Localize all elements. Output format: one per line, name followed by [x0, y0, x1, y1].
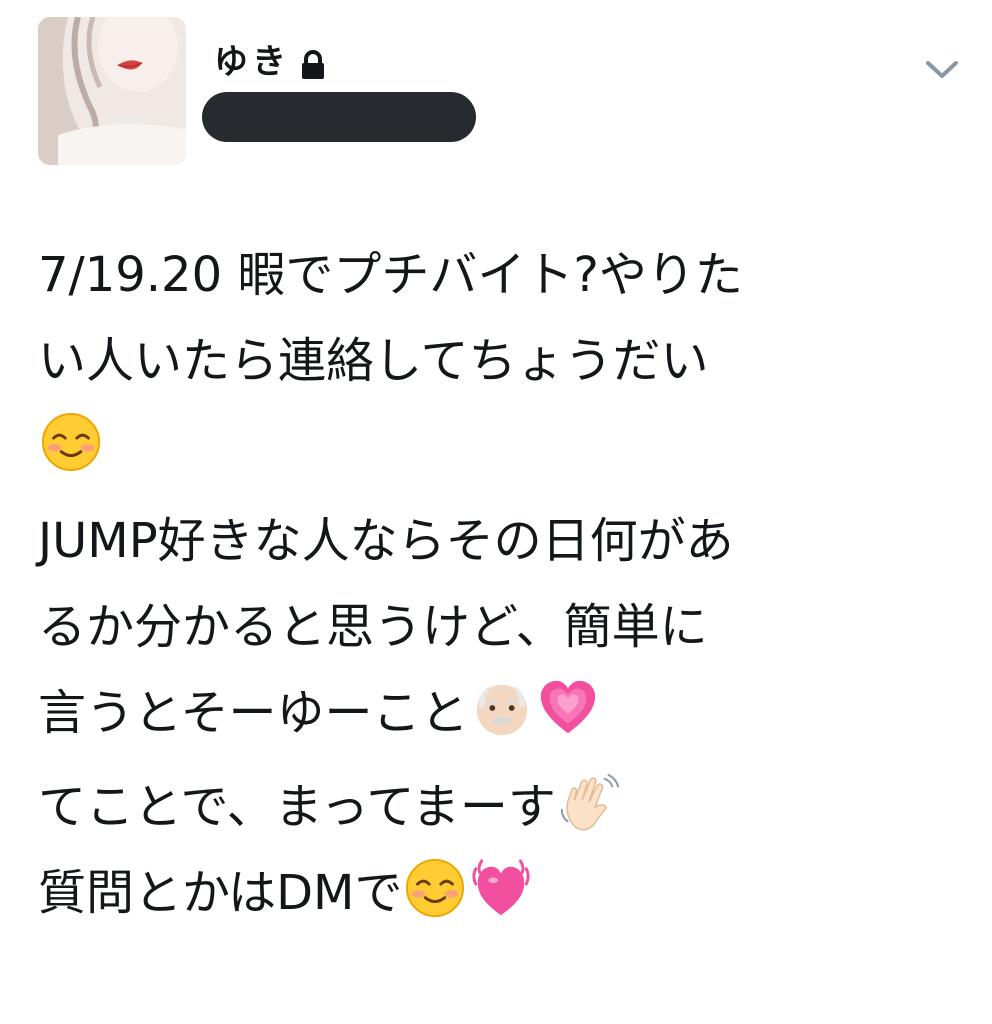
- tweet-card[interactable]: ゆき 7/19.20 暇でプチバイト?やりた い人いたら連絡してちょうだい JU…: [0, 0, 992, 1024]
- tweet-line-emoji: [38, 404, 968, 490]
- chevron-down-icon[interactable]: [922, 58, 962, 82]
- waving-hand-icon: [558, 771, 620, 833]
- tweet-paragraph-3: てことで、まってまーす 質問とかはDMで: [38, 764, 968, 936]
- display-name[interactable]: ゆき: [214, 40, 326, 84]
- display-name-text: ゆき: [214, 42, 290, 82]
- beating-heart-icon: [470, 857, 532, 919]
- tweet-paragraph-1: 7/19.20 暇でプチバイト?やりた い人いたら連絡してちょうだい: [38, 232, 968, 490]
- tweet-line: るか分かると思うけど、簡単に: [38, 599, 708, 655]
- tweet-line-text: てことで、まってまーす: [38, 779, 556, 835]
- old-man-face-icon: [471, 677, 533, 739]
- tweet-line-text: 言うとそーゆーこと: [38, 685, 469, 741]
- smiling-face-icon: [40, 411, 102, 473]
- tweet-line: JUMP好きな人ならその日何があ: [38, 513, 734, 569]
- tweet-line-with-emoji: 言うとそーゆーこと: [38, 670, 968, 756]
- tweet-text: 7/19.20 暇でプチバイト?やりた い人いたら連絡してちょうだい JUMP好…: [38, 232, 968, 936]
- tweet-line-with-emoji: てことで、まってまーす: [38, 764, 968, 850]
- tweet-line: い人いたら連絡してちょうだい: [38, 333, 709, 389]
- tweet-line: 7/19.20 暇でプチバイト?やりた: [38, 247, 743, 303]
- avatar[interactable]: [38, 17, 186, 165]
- redacted-handle: [202, 92, 476, 142]
- tweet-line-text: 質問とかはDMで: [38, 865, 403, 921]
- growing-heart-icon: [537, 677, 599, 739]
- tweet-line-with-emoji: 質問とかはDMで: [38, 850, 968, 936]
- lock-icon: [300, 47, 326, 79]
- smiling-face-icon: [404, 857, 466, 919]
- tweet-paragraph-2: JUMP好きな人ならその日何があ るか分かると思うけど、簡単に 言うとそーゆーこ…: [38, 498, 968, 756]
